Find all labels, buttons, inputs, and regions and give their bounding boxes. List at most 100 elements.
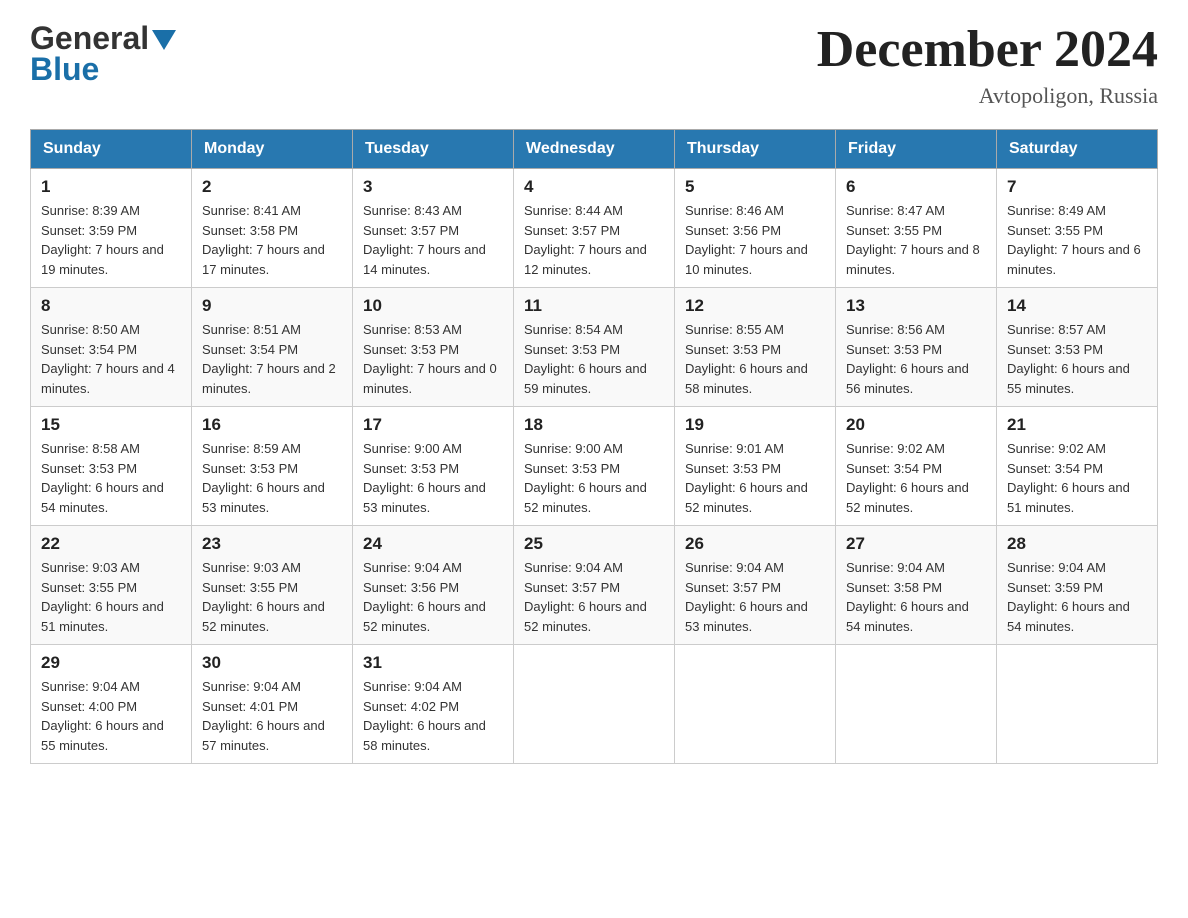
- calendar-week-2: 8 Sunrise: 8:50 AMSunset: 3:54 PMDayligh…: [31, 288, 1158, 407]
- day-number: 15: [41, 415, 181, 435]
- table-row: 28 Sunrise: 9:04 AMSunset: 3:59 PMDaylig…: [997, 526, 1158, 645]
- day-number: 25: [524, 534, 664, 554]
- day-info: Sunrise: 9:02 AMSunset: 3:54 PMDaylight:…: [846, 441, 969, 515]
- table-row: 8 Sunrise: 8:50 AMSunset: 3:54 PMDayligh…: [31, 288, 192, 407]
- day-info: Sunrise: 9:04 AMSunset: 4:01 PMDaylight:…: [202, 679, 325, 753]
- table-row: 14 Sunrise: 8:57 AMSunset: 3:53 PMDaylig…: [997, 288, 1158, 407]
- day-info: Sunrise: 9:04 AMSunset: 3:57 PMDaylight:…: [524, 560, 647, 634]
- table-row: 11 Sunrise: 8:54 AMSunset: 3:53 PMDaylig…: [514, 288, 675, 407]
- table-row: [997, 645, 1158, 764]
- table-row: 13 Sunrise: 8:56 AMSunset: 3:53 PMDaylig…: [836, 288, 997, 407]
- col-friday: Friday: [836, 130, 997, 169]
- day-info: Sunrise: 8:57 AMSunset: 3:53 PMDaylight:…: [1007, 322, 1130, 396]
- calendar-week-4: 22 Sunrise: 9:03 AMSunset: 3:55 PMDaylig…: [31, 526, 1158, 645]
- day-info: Sunrise: 9:04 AMSunset: 3:56 PMDaylight:…: [363, 560, 486, 634]
- table-row: 29 Sunrise: 9:04 AMSunset: 4:00 PMDaylig…: [31, 645, 192, 764]
- day-info: Sunrise: 9:04 AMSunset: 3:58 PMDaylight:…: [846, 560, 969, 634]
- day-info: Sunrise: 8:47 AMSunset: 3:55 PMDaylight:…: [846, 203, 980, 277]
- day-number: 28: [1007, 534, 1147, 554]
- day-number: 23: [202, 534, 342, 554]
- table-row: 22 Sunrise: 9:03 AMSunset: 3:55 PMDaylig…: [31, 526, 192, 645]
- table-row: 10 Sunrise: 8:53 AMSunset: 3:53 PMDaylig…: [353, 288, 514, 407]
- day-info: Sunrise: 9:04 AMSunset: 4:02 PMDaylight:…: [363, 679, 486, 753]
- day-number: 6: [846, 177, 986, 197]
- day-info: Sunrise: 8:55 AMSunset: 3:53 PMDaylight:…: [685, 322, 808, 396]
- table-row: [514, 645, 675, 764]
- table-row: 4 Sunrise: 8:44 AMSunset: 3:57 PMDayligh…: [514, 169, 675, 288]
- col-monday: Monday: [192, 130, 353, 169]
- day-info: Sunrise: 8:58 AMSunset: 3:53 PMDaylight:…: [41, 441, 164, 515]
- calendar-week-5: 29 Sunrise: 9:04 AMSunset: 4:00 PMDaylig…: [31, 645, 1158, 764]
- location-subtitle: Avtopoligon, Russia: [817, 83, 1158, 109]
- title-area: December 2024 Avtopoligon, Russia: [817, 20, 1158, 109]
- day-info: Sunrise: 8:49 AMSunset: 3:55 PMDaylight:…: [1007, 203, 1141, 277]
- day-info: Sunrise: 8:56 AMSunset: 3:53 PMDaylight:…: [846, 322, 969, 396]
- day-number: 1: [41, 177, 181, 197]
- day-number: 26: [685, 534, 825, 554]
- day-number: 31: [363, 653, 503, 673]
- table-row: 24 Sunrise: 9:04 AMSunset: 3:56 PMDaylig…: [353, 526, 514, 645]
- day-info: Sunrise: 8:59 AMSunset: 3:53 PMDaylight:…: [202, 441, 325, 515]
- day-info: Sunrise: 8:44 AMSunset: 3:57 PMDaylight:…: [524, 203, 647, 277]
- table-row: 27 Sunrise: 9:04 AMSunset: 3:58 PMDaylig…: [836, 526, 997, 645]
- table-row: 6 Sunrise: 8:47 AMSunset: 3:55 PMDayligh…: [836, 169, 997, 288]
- calendar-week-1: 1 Sunrise: 8:39 AMSunset: 3:59 PMDayligh…: [31, 169, 1158, 288]
- page-header: General Blue December 2024 Avtopoligon, …: [30, 20, 1158, 109]
- table-row: [836, 645, 997, 764]
- day-number: 14: [1007, 296, 1147, 316]
- day-number: 17: [363, 415, 503, 435]
- day-number: 21: [1007, 415, 1147, 435]
- day-info: Sunrise: 9:03 AMSunset: 3:55 PMDaylight:…: [202, 560, 325, 634]
- table-row: 12 Sunrise: 8:55 AMSunset: 3:53 PMDaylig…: [675, 288, 836, 407]
- day-info: Sunrise: 8:53 AMSunset: 3:53 PMDaylight:…: [363, 322, 497, 396]
- logo-blue-text: Blue: [30, 51, 99, 88]
- day-info: Sunrise: 8:50 AMSunset: 3:54 PMDaylight:…: [41, 322, 175, 396]
- table-row: 18 Sunrise: 9:00 AMSunset: 3:53 PMDaylig…: [514, 407, 675, 526]
- day-info: Sunrise: 9:04 AMSunset: 3:59 PMDaylight:…: [1007, 560, 1130, 634]
- day-info: Sunrise: 8:43 AMSunset: 3:57 PMDaylight:…: [363, 203, 486, 277]
- day-number: 12: [685, 296, 825, 316]
- col-saturday: Saturday: [997, 130, 1158, 169]
- day-info: Sunrise: 9:01 AMSunset: 3:53 PMDaylight:…: [685, 441, 808, 515]
- calendar-week-3: 15 Sunrise: 8:58 AMSunset: 3:53 PMDaylig…: [31, 407, 1158, 526]
- day-info: Sunrise: 9:00 AMSunset: 3:53 PMDaylight:…: [524, 441, 647, 515]
- day-number: 18: [524, 415, 664, 435]
- day-info: Sunrise: 8:41 AMSunset: 3:58 PMDaylight:…: [202, 203, 325, 277]
- day-info: Sunrise: 9:04 AMSunset: 3:57 PMDaylight:…: [685, 560, 808, 634]
- day-number: 19: [685, 415, 825, 435]
- table-row: 17 Sunrise: 9:00 AMSunset: 3:53 PMDaylig…: [353, 407, 514, 526]
- day-number: 11: [524, 296, 664, 316]
- day-number: 13: [846, 296, 986, 316]
- table-row: 20 Sunrise: 9:02 AMSunset: 3:54 PMDaylig…: [836, 407, 997, 526]
- day-number: 24: [363, 534, 503, 554]
- table-row: 25 Sunrise: 9:04 AMSunset: 3:57 PMDaylig…: [514, 526, 675, 645]
- page-title: December 2024: [817, 20, 1158, 79]
- logo: General Blue: [30, 20, 176, 88]
- table-row: 31 Sunrise: 9:04 AMSunset: 4:02 PMDaylig…: [353, 645, 514, 764]
- day-number: 3: [363, 177, 503, 197]
- table-row: 26 Sunrise: 9:04 AMSunset: 3:57 PMDaylig…: [675, 526, 836, 645]
- day-info: Sunrise: 8:54 AMSunset: 3:53 PMDaylight:…: [524, 322, 647, 396]
- day-number: 29: [41, 653, 181, 673]
- table-row: 16 Sunrise: 8:59 AMSunset: 3:53 PMDaylig…: [192, 407, 353, 526]
- day-info: Sunrise: 9:02 AMSunset: 3:54 PMDaylight:…: [1007, 441, 1130, 515]
- table-row: 3 Sunrise: 8:43 AMSunset: 3:57 PMDayligh…: [353, 169, 514, 288]
- day-number: 16: [202, 415, 342, 435]
- table-row: 23 Sunrise: 9:03 AMSunset: 3:55 PMDaylig…: [192, 526, 353, 645]
- logo-triangle-icon: [152, 30, 176, 50]
- table-row: 21 Sunrise: 9:02 AMSunset: 3:54 PMDaylig…: [997, 407, 1158, 526]
- table-row: 5 Sunrise: 8:46 AMSunset: 3:56 PMDayligh…: [675, 169, 836, 288]
- day-number: 20: [846, 415, 986, 435]
- calendar-header-row: Sunday Monday Tuesday Wednesday Thursday…: [31, 130, 1158, 169]
- day-number: 10: [363, 296, 503, 316]
- day-info: Sunrise: 8:46 AMSunset: 3:56 PMDaylight:…: [685, 203, 808, 277]
- col-thursday: Thursday: [675, 130, 836, 169]
- day-number: 7: [1007, 177, 1147, 197]
- day-info: Sunrise: 9:03 AMSunset: 3:55 PMDaylight:…: [41, 560, 164, 634]
- table-row: 2 Sunrise: 8:41 AMSunset: 3:58 PMDayligh…: [192, 169, 353, 288]
- calendar-table: Sunday Monday Tuesday Wednesday Thursday…: [30, 129, 1158, 764]
- day-info: Sunrise: 9:04 AMSunset: 4:00 PMDaylight:…: [41, 679, 164, 753]
- table-row: 9 Sunrise: 8:51 AMSunset: 3:54 PMDayligh…: [192, 288, 353, 407]
- day-number: 4: [524, 177, 664, 197]
- table-row: 7 Sunrise: 8:49 AMSunset: 3:55 PMDayligh…: [997, 169, 1158, 288]
